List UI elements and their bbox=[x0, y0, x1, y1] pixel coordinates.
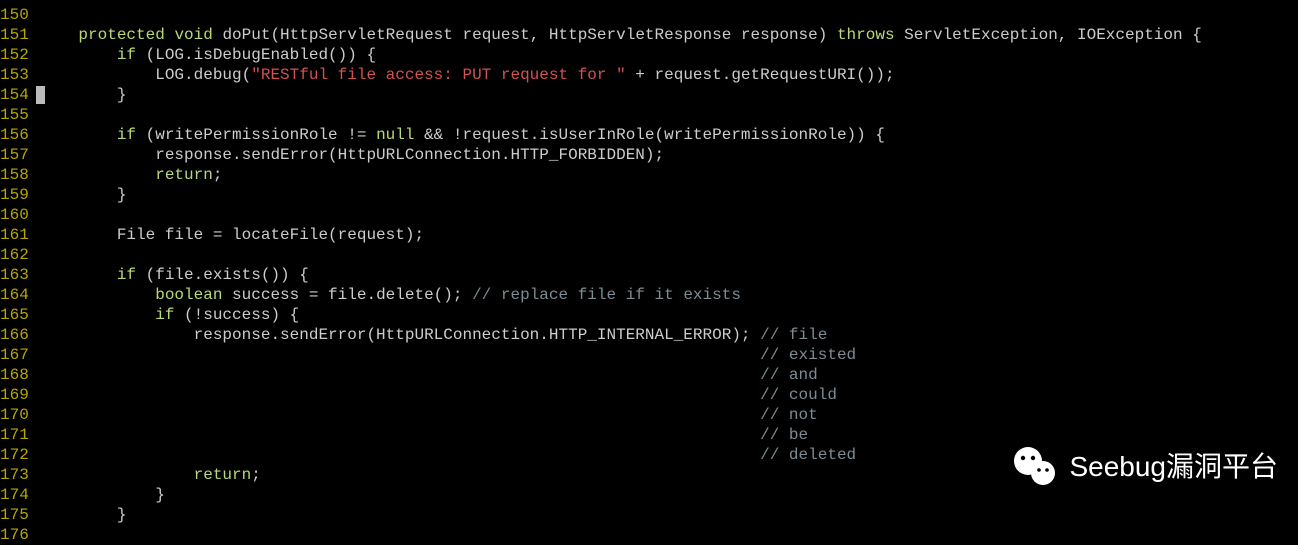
watermark: Seebug漏洞平台 bbox=[1011, 443, 1278, 491]
line-number: 169 bbox=[0, 385, 26, 405]
line-number: 151 bbox=[0, 25, 26, 45]
code-line[interactable] bbox=[40, 525, 1202, 545]
code-line[interactable] bbox=[40, 105, 1202, 125]
code-line[interactable]: response.sendError(HttpURLConnection.HTT… bbox=[40, 145, 1202, 165]
line-number: 166 bbox=[0, 325, 26, 345]
code-line[interactable]: File file = locateFile(request); bbox=[40, 225, 1202, 245]
line-number: 165 bbox=[0, 305, 26, 325]
line-number: 156 bbox=[0, 125, 26, 145]
line-number: 175 bbox=[0, 505, 26, 525]
text-cursor bbox=[36, 86, 45, 104]
code-line[interactable]: if (file.exists()) { bbox=[40, 265, 1202, 285]
code-line[interactable]: protected void doPut(HttpServletRequest … bbox=[40, 25, 1202, 45]
code-line[interactable] bbox=[40, 205, 1202, 225]
line-number: 167 bbox=[0, 345, 26, 365]
wechat-icon bbox=[1011, 443, 1059, 491]
line-number: 150 bbox=[0, 5, 26, 25]
line-number: 172 bbox=[0, 445, 26, 465]
code-line[interactable]: response.sendError(HttpURLConnection.HTT… bbox=[40, 325, 1202, 345]
line-number: 154 bbox=[0, 85, 26, 105]
line-number: 155 bbox=[0, 105, 26, 125]
line-number: 162 bbox=[0, 245, 26, 265]
line-number: 160 bbox=[0, 205, 26, 225]
code-line[interactable]: return; bbox=[40, 165, 1202, 185]
code-line[interactable]: } bbox=[40, 185, 1202, 205]
code-line[interactable]: } bbox=[40, 85, 1202, 105]
code-line[interactable]: } bbox=[40, 505, 1202, 525]
code-line[interactable]: if (writePermissionRole != null && !requ… bbox=[40, 125, 1202, 145]
watermark-text: Seebug漏洞平台 bbox=[1069, 457, 1278, 477]
line-number: 164 bbox=[0, 285, 26, 305]
line-number: 173 bbox=[0, 465, 26, 485]
code-line[interactable]: if (LOG.isDebugEnabled()) { bbox=[40, 45, 1202, 65]
line-number-gutter: 1501511521531541551561571581591601611621… bbox=[0, 0, 30, 526]
line-number: 157 bbox=[0, 145, 26, 165]
line-number: 170 bbox=[0, 405, 26, 425]
line-number: 171 bbox=[0, 425, 26, 445]
line-number: 158 bbox=[0, 165, 26, 185]
code-line[interactable]: boolean success = file.delete(); // repl… bbox=[40, 285, 1202, 305]
code-line[interactable]: // be bbox=[40, 425, 1202, 445]
code-line[interactable] bbox=[40, 5, 1202, 25]
code-line[interactable]: // existed bbox=[40, 345, 1202, 365]
code-line[interactable]: // not bbox=[40, 405, 1202, 425]
code-line[interactable]: // and bbox=[40, 365, 1202, 385]
line-number: 163 bbox=[0, 265, 26, 285]
line-number: 152 bbox=[0, 45, 26, 65]
line-number: 153 bbox=[0, 65, 26, 85]
line-number: 174 bbox=[0, 485, 26, 505]
line-number: 168 bbox=[0, 365, 26, 385]
code-line[interactable] bbox=[40, 245, 1202, 265]
code-line[interactable]: if (!success) { bbox=[40, 305, 1202, 325]
line-number: 159 bbox=[0, 185, 26, 205]
line-number: 161 bbox=[0, 225, 26, 245]
code-line[interactable]: // could bbox=[40, 385, 1202, 405]
code-line[interactable]: LOG.debug("RESTful file access: PUT requ… bbox=[40, 65, 1202, 85]
line-number: 176 bbox=[0, 525, 26, 545]
